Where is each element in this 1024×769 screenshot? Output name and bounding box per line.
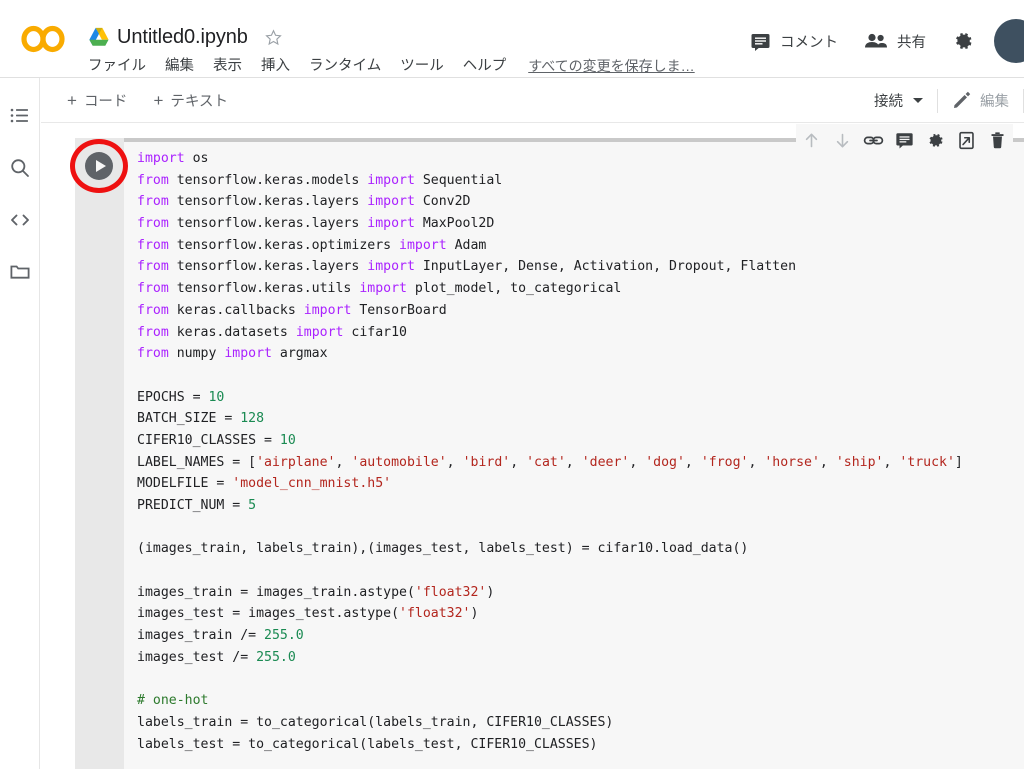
save-status[interactable]: すべての変更を保存しま… xyxy=(528,56,694,76)
google-drive-icon xyxy=(89,27,109,46)
sidebar-item-code-snippets[interactable] xyxy=(8,208,32,232)
play-icon xyxy=(95,160,106,172)
notebook-toolbar: + コード + テキスト 接続 編集 xyxy=(41,78,1024,123)
code-line: from keras.callbacks import TensorBoard xyxy=(137,302,447,318)
avatar[interactable] xyxy=(994,19,1024,63)
notebook-area: + コード + テキスト 接続 編集 import os from tensor… xyxy=(41,78,1024,769)
list-icon xyxy=(10,108,28,123)
code-line: BATCH_SIZE = 128 xyxy=(137,411,265,427)
code-line: LABEL_NAMES = ['airplane', 'automobile',… xyxy=(137,454,963,470)
code-line: MODELFILE = 'model_cnn_mnist.h5' xyxy=(137,476,392,492)
code-line: from tensorflow.keras.layers import Conv… xyxy=(137,194,471,210)
colab-logo xyxy=(20,24,66,54)
menu-view[interactable]: 表示 xyxy=(213,59,242,74)
colab-window: Untitled0.ipynb ファイル 編集 表示 挿入 ランタイム ツール … xyxy=(0,0,1024,769)
menu-runtime[interactable]: ランタイム xyxy=(309,59,381,74)
cell-action-toolbar xyxy=(796,124,1013,156)
pencil-icon xyxy=(954,91,971,108)
cell-list: import os from tensorflow.keras.models im… xyxy=(41,124,1024,769)
edit-toggle-button[interactable]: 編集 xyxy=(938,90,1023,111)
menu-edit[interactable]: 編集 xyxy=(165,59,194,74)
code-line: from tensorflow.keras.layers import MaxP… xyxy=(137,216,495,232)
code-line: (images_train, labels_train),(images_tes… xyxy=(137,541,749,557)
code-line: from tensorflow.keras.optimizers import … xyxy=(137,237,487,253)
code-line: # one-hot xyxy=(137,693,209,709)
comment-icon xyxy=(896,132,913,149)
code-line: from keras.datasets import cifar10 xyxy=(137,324,407,340)
link-icon xyxy=(863,136,884,144)
people-icon xyxy=(865,33,887,48)
cell-gutter xyxy=(70,138,128,769)
code-line: CIFER10_CLASSES = 10 xyxy=(137,432,296,448)
code-brackets-icon xyxy=(11,214,29,226)
caret-down-icon xyxy=(913,98,923,103)
left-rail xyxy=(0,78,40,769)
search-icon xyxy=(11,159,29,177)
code-line: images_test /= 255.0 xyxy=(137,649,296,665)
connect-button[interactable]: 接続 xyxy=(874,90,937,111)
page-title: Untitled0.ipynb xyxy=(117,25,248,48)
sidebar-item-find-and-replace[interactable] xyxy=(8,156,32,180)
share-button-label: 共有 xyxy=(897,34,926,51)
link-to-cell-button[interactable] xyxy=(858,125,889,156)
header-actions: コメント 共有 xyxy=(750,19,1024,63)
comment-button[interactable]: コメント xyxy=(750,31,838,52)
code-line: from tensorflow.keras.models import Sequ… xyxy=(137,172,503,188)
add-text-cell-label: テキスト xyxy=(170,93,228,110)
app-header: Untitled0.ipynb ファイル 編集 表示 挿入 ランタイム ツール … xyxy=(0,0,1024,78)
code-line: images_test = images_test.astype('float3… xyxy=(137,606,479,622)
move-cell-down-button[interactable] xyxy=(827,125,858,156)
add-text-cell-button[interactable]: + テキスト xyxy=(153,90,228,111)
code-line: from tensorflow.keras.utils import plot_… xyxy=(137,281,622,297)
plus-icon: + xyxy=(67,90,77,110)
menu-bar: ファイル 編集 表示 挿入 ランタイム ツール ヘルプ すべての変更を保存しま… xyxy=(88,54,695,78)
code-line: from numpy import argmax xyxy=(137,346,328,362)
code-editor[interactable]: import os from tensorflow.keras.models im… xyxy=(124,148,1024,769)
code-cell[interactable]: import os from tensorflow.keras.models im… xyxy=(70,124,1024,769)
code-line: labels_test = to_categorical(labels_test… xyxy=(137,736,598,752)
mirror-cell-button[interactable] xyxy=(951,125,982,156)
comment-button-label: コメント xyxy=(780,34,838,51)
folder-icon xyxy=(10,265,30,279)
notebook-toolbar-right: 接続 編集 xyxy=(874,78,1024,123)
delete-cell-button[interactable] xyxy=(982,125,1013,156)
add-code-cell-label: コード xyxy=(83,93,128,110)
arrow-down-icon xyxy=(836,133,849,147)
notebook-title-row[interactable]: Untitled0.ipynb xyxy=(88,20,283,54)
code-line: from tensorflow.keras.layers import Inpu… xyxy=(137,259,797,275)
comment-icon xyxy=(751,33,770,51)
menu-help[interactable]: ヘルプ xyxy=(463,59,507,74)
add-code-cell-button[interactable]: + コード xyxy=(67,90,127,111)
mirror-cell-icon xyxy=(959,131,974,149)
star-outline-icon[interactable] xyxy=(264,28,283,47)
plus-icon: + xyxy=(153,90,164,110)
code-line: images_train /= 255.0 xyxy=(137,628,304,644)
code-line: images_train = images_train.astype('floa… xyxy=(137,584,495,600)
add-comment-button[interactable] xyxy=(889,125,920,156)
menu-tools[interactable]: ツール xyxy=(400,59,444,74)
trash-icon xyxy=(991,131,1004,148)
menu-file[interactable]: ファイル xyxy=(88,59,146,74)
menu-insert[interactable]: 挿入 xyxy=(261,59,290,74)
gear-icon[interactable] xyxy=(952,30,974,52)
arrow-up-icon xyxy=(805,132,818,147)
code-line: PREDICT_NUM = 5 xyxy=(137,498,257,513)
gear-icon xyxy=(929,133,943,147)
connect-button-label: 接続 xyxy=(874,94,903,110)
code-line: labels_train = to_categorical(labels_tra… xyxy=(137,714,614,730)
edit-toggle-label: 編集 xyxy=(980,94,1009,110)
move-cell-up-button[interactable] xyxy=(796,125,827,156)
code-line: EPOCHS = 10 xyxy=(137,389,225,405)
run-cell-button[interactable] xyxy=(70,139,128,193)
share-button[interactable]: 共有 xyxy=(864,31,926,52)
cell-settings-button[interactable] xyxy=(920,125,951,156)
sidebar-item-files[interactable] xyxy=(8,260,32,284)
sidebar-item-table-of-contents[interactable] xyxy=(8,104,32,128)
